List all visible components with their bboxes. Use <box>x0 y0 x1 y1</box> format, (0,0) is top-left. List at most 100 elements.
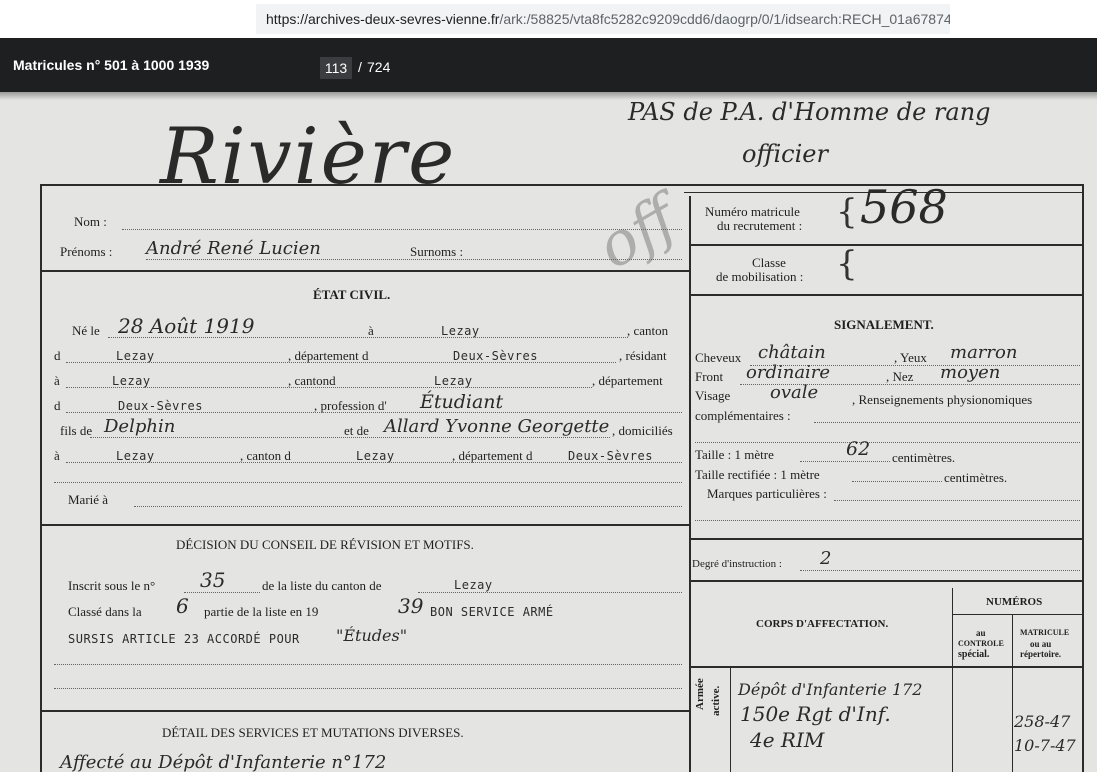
annotation-line-2: officier <box>742 140 828 168</box>
visage-handwritten: ovale <box>770 382 819 403</box>
renseignements-label: , Renseignements physionomiques <box>852 392 1033 407</box>
sig-dotline-6 <box>695 520 1080 521</box>
corps-entry-3: 4e RIM <box>750 728 825 752</box>
centimetres-label: centimètres. <box>892 450 956 465</box>
armee-col-divider <box>730 668 731 772</box>
annee-handwritten: 39 <box>398 594 424 618</box>
liste-canton-label: de la liste du canton de <box>262 578 382 593</box>
a2-label: à <box>54 373 60 388</box>
d2-label: d <box>54 398 61 413</box>
divider-corps <box>691 580 1082 582</box>
canton-dotline <box>418 592 682 593</box>
numero-entry-2: 10-7-47 <box>1014 736 1076 755</box>
divider-degre <box>691 538 1082 540</box>
divider-decision <box>42 524 689 526</box>
centimetres2-label: centimètres. <box>944 470 1008 485</box>
departement-label: , département <box>592 373 663 388</box>
dotline-2 <box>66 362 616 363</box>
front-handwritten: ordinaire <box>746 362 831 383</box>
dotline-1 <box>108 337 628 338</box>
dotline-6 <box>66 462 682 463</box>
corps-entry-1: Dépôt d'Infanterie 172 <box>738 680 923 699</box>
sursis-label: SURSIS ARTICLE 23 ACCORDÉ POUR <box>68 632 300 646</box>
frame-left <box>40 184 42 772</box>
dotline-4 <box>66 412 682 413</box>
degre-label: Degré d'instruction : <box>692 558 782 570</box>
page-number-input[interactable] <box>320 57 352 79</box>
off-mark: off <box>585 183 689 283</box>
au-controle-1: au <box>976 628 986 638</box>
marie-label: Marié à <box>68 492 109 507</box>
lieu-naissance: Lezay <box>441 324 480 338</box>
corps-col-divider-2 <box>1012 614 1013 772</box>
url-host: https://archives-deux-sevres-vienne.fr <box>266 11 500 27</box>
matricule-col-2: ou au <box>1030 639 1052 649</box>
matricule-handwritten: 568 <box>860 180 948 234</box>
corps-heading: CORPS D'AFFECTATION. <box>756 618 889 630</box>
partie-label: partie de la liste en 19 <box>204 604 319 619</box>
canton-residence: Lezay <box>434 374 473 388</box>
mere-handwritten: Allard Yvonne Georgette <box>384 416 610 437</box>
sig-dotline-4 <box>695 442 1080 443</box>
prenoms-handwritten: André René Lucien <box>146 238 321 259</box>
yeux-handwritten: marron <box>950 342 1018 363</box>
a3-label: à <box>54 448 60 463</box>
document-scan[interactable]: PAS de P.A. d'Homme de rang officier Riv… <box>0 92 1097 772</box>
url-path: /ark:/58825/vta8fc5282c9209cdd6/daogrp/0… <box>499 11 950 27</box>
corps-entry-2: 150e Rgt d'Inf. <box>740 702 891 726</box>
degre-dotline <box>800 570 1080 571</box>
detail-heading: DÉTAIL DES SERVICES ET MUTATIONS DIVERSE… <box>162 725 464 740</box>
canton-naissance: Lezay <box>116 349 155 363</box>
cheveux-handwritten: châtain <box>758 342 826 363</box>
surnoms-label: Surnoms : <box>410 244 464 259</box>
nom-label: Nom : <box>74 214 107 229</box>
dept-domicile: Deux-Sèvres <box>568 449 653 463</box>
bon-service-arme: BON SERVICE ARMÉ <box>430 605 554 619</box>
dotline-7 <box>54 482 682 483</box>
inscrit-dotline <box>184 592 260 593</box>
cheveux-label: Cheveux <box>695 350 742 365</box>
dotline-3 <box>66 387 592 388</box>
profession-handwritten: Étudiant <box>420 391 504 413</box>
surname-handwritten: Rivière <box>160 112 457 202</box>
nez-handwritten: moyen <box>940 362 1001 383</box>
classe-dans-label: Classé dans la <box>68 604 142 619</box>
decision-heading: DÉCISION DU CONSEIL DE RÉVISION ET MOTIF… <box>176 537 474 552</box>
complementaires-label: complémentaires : <box>695 408 791 423</box>
sig-dotline-5 <box>834 500 1080 501</box>
prenoms-label: Prénoms : <box>60 244 113 259</box>
matricule-brace: { <box>836 192 858 232</box>
yeux-label: , Yeux <box>894 350 927 365</box>
decision-dotline-1 <box>54 664 682 665</box>
marques-label: Marques particulières : <box>707 486 827 501</box>
page-separator: / <box>358 59 362 75</box>
classe-brace: { <box>836 244 858 284</box>
taille-rectifiee-label: Taille rectifiée : 1 mètre <box>695 467 820 482</box>
classe-label-2: de mobilisation : <box>716 269 804 284</box>
dept-naissance: Deux-Sèvres <box>453 349 538 363</box>
frame-right <box>1082 184 1084 772</box>
dept-residence: Deux-Sèvres <box>118 399 203 413</box>
domicile: Lezay <box>116 449 155 463</box>
corps-header-line <box>691 666 1082 668</box>
armee-label: Armée <box>694 678 706 710</box>
partie-handwritten: 6 <box>176 594 189 618</box>
matricule-col-3: répertoire. <box>1020 649 1062 659</box>
register-title: Matricules n° 501 à 1000 1939 <box>13 57 210 73</box>
active-label: active. <box>710 685 722 716</box>
total-pages: 724 <box>367 59 391 75</box>
canton-domicile: Lezay <box>356 449 395 463</box>
nom-dotline <box>122 229 682 230</box>
numeros-heading: NUMÉROS <box>986 596 1043 608</box>
prenoms-dotline <box>146 259 682 260</box>
dotline-5 <box>90 437 610 438</box>
annotation-line-1: PAS de P.A. d'Homme de rang <box>628 98 991 126</box>
url-field[interactable]: https://archives-deux-sevres-vienne.fr/a… <box>256 4 950 34</box>
numero-entry-1: 258-47 <box>1014 712 1071 731</box>
matricule-col-1: MATRICULE <box>1020 628 1070 637</box>
visage-label: Visage <box>695 388 731 403</box>
taille-dotline <box>800 461 890 462</box>
fils-de-label: fils de <box>60 423 93 438</box>
decision-canton: Lezay <box>454 578 493 592</box>
frame-middle <box>689 196 691 772</box>
